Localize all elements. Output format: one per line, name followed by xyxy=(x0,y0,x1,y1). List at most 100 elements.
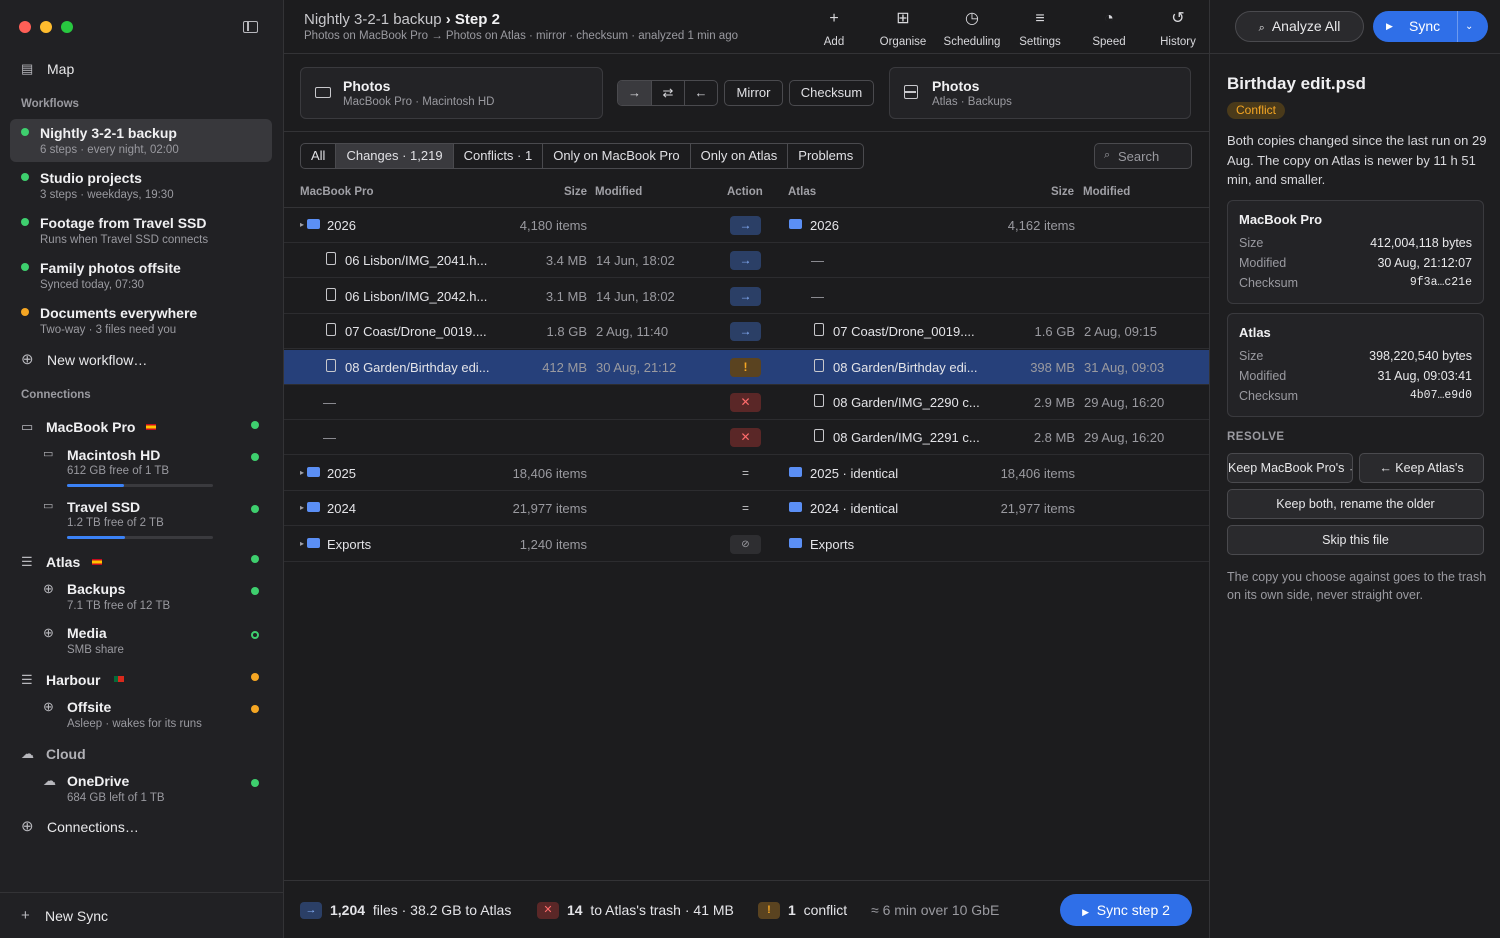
direction-both-icon[interactable]: ⇄ xyxy=(651,81,684,105)
share-onedrive[interactable]: OneDrive xyxy=(67,773,129,789)
disclosure-chevron-icon[interactable]: ▸ xyxy=(300,468,304,477)
new-workflow-button[interactable]: New workflow… xyxy=(47,352,147,368)
plus-icon: + xyxy=(829,10,839,27)
chevron-down-icon[interactable]: ⌄ xyxy=(1465,11,1473,42)
mirror-mode-button[interactable]: Mirror xyxy=(724,80,783,106)
resolve-note: The copy you choose against goes to the … xyxy=(1227,570,1487,602)
minimize-window-button[interactable] xyxy=(40,21,52,33)
filter-all[interactable]: All xyxy=(301,144,335,168)
keep-macbook-button[interactable]: Keep MacBook Pro's → xyxy=(1227,453,1353,483)
search-icon: ⌕ xyxy=(1104,149,1111,161)
action-arrow-right-icon[interactable]: → xyxy=(730,286,761,306)
filter-changes[interactable]: Changes · 1,219 xyxy=(335,144,453,168)
sidebar: ▤ Map Workflows Nightly 3-2-1 backup 6 s… xyxy=(0,0,284,938)
col-header-rmodified[interactable]: Modified xyxy=(1083,186,1130,198)
table-row[interactable]: 07 Coast/Drone_0019.... 1.8 GB 2 Aug, 11:4… xyxy=(284,314,1209,350)
filter-problems[interactable]: Problems xyxy=(787,144,863,168)
connections-button[interactable]: Connections… xyxy=(47,819,139,835)
source-endpoint[interactable]: Photos MacBook Pro · Macintosh HD xyxy=(300,67,603,119)
col-header-size[interactable]: Size xyxy=(564,186,587,198)
col-header-left-name[interactable]: MacBook Pro xyxy=(300,186,374,198)
workflow-sub: Runs when Travel SSD connects xyxy=(40,234,209,246)
source-title: Photos xyxy=(343,78,391,94)
col-header-modified[interactable]: Modified xyxy=(595,186,642,198)
scheduling-button[interactable]: ◷ Scheduling xyxy=(942,10,1002,48)
zoom-window-button[interactable] xyxy=(61,21,73,33)
files-summary: 1,204 files · 38.2 GB to Atlas xyxy=(330,902,512,918)
workflow-name[interactable]: Nightly 3-2-1 backup xyxy=(40,125,177,141)
speed-button[interactable]: ◔ Speed xyxy=(1079,10,1139,48)
share-offsite[interactable]: Offsite xyxy=(67,699,111,715)
workflow-name[interactable]: Family photos offsite xyxy=(40,260,181,276)
organise-button[interactable]: ⊞ Organise xyxy=(873,10,933,48)
col-header-right-name[interactable]: Atlas xyxy=(788,186,816,198)
sidebar-item-map[interactable]: Map xyxy=(47,61,74,77)
target-endpoint[interactable]: Photos Atlas · Backups xyxy=(889,67,1191,119)
filter-conflicts[interactable]: Conflicts · 1 xyxy=(452,144,543,168)
table-row[interactable]: ▸ 2024 21,977 items = 2024 · identical 21,977… xyxy=(284,491,1209,527)
connection-macbook-pro[interactable]: MacBook Pro xyxy=(46,419,135,435)
action-arrow-right-icon[interactable]: → xyxy=(730,251,761,271)
sync-step-button[interactable]: ▶ Sync step 2 xyxy=(1060,894,1192,926)
right-name: 07 Coast/Drone_0019.... xyxy=(833,324,975,340)
keep-both-button[interactable]: Keep both, rename the older xyxy=(1227,489,1484,519)
filter-only-macbook[interactable]: Only on MacBook Pro xyxy=(542,144,689,168)
history-button[interactable]: ↺ History xyxy=(1148,10,1208,48)
analyze-all-button[interactable]: ⌕ Analyze All xyxy=(1235,11,1364,42)
table-row[interactable]: 08 Garden/Birthday edi... 412 MB 30 Aug, 2… xyxy=(284,349,1209,385)
action-warning-icon[interactable]: ! xyxy=(730,357,761,377)
table-row[interactable]: ▸ 2025 18,406 items = 2025 · identical 18,406… xyxy=(284,456,1209,491)
left-name: 2024 xyxy=(327,501,356,517)
action-equal-icon[interactable]: = xyxy=(730,499,761,518)
volume-sub: 1.2 TB free of 2 TB xyxy=(67,517,164,529)
direction-right-arrow-icon[interactable]: → xyxy=(618,81,651,105)
table-row[interactable]: 06 Lisbon/IMG_2041.h... 3.4 MB 14 Jun, 18:… xyxy=(284,243,1209,279)
action-arrow-right-icon[interactable]: → xyxy=(730,216,761,235)
keep-atlas-button[interactable]: ← Keep Atlas's xyxy=(1359,453,1484,483)
connection-harbour[interactable]: Harbour xyxy=(46,672,100,688)
toggle-sidebar-icon[interactable] xyxy=(243,21,258,33)
table-row[interactable]: 06 Lisbon/IMG_2042.h... 3.1 MB 14 Jun, 18:… xyxy=(284,279,1209,314)
left-name: 2025 xyxy=(327,465,356,481)
left-name: 06 Lisbon/IMG_2041.h... xyxy=(345,253,488,269)
action-arrow-right-icon[interactable]: → xyxy=(730,322,761,342)
table-row[interactable]: — ✕ 08 Garden/IMG_2291 c... 2.8 MB 29 Aug, 1… xyxy=(284,420,1209,456)
settings-button[interactable]: ≡ Settings xyxy=(1010,10,1070,48)
action-delete-icon[interactable]: ✕ xyxy=(730,428,761,448)
col-header-rsize[interactable]: Size xyxy=(1051,186,1074,198)
laptop-icon xyxy=(315,87,331,98)
cloud-icon: ☁ xyxy=(43,773,56,788)
eta-text: ≈ 6 min over 10 GbE xyxy=(871,902,1000,918)
direction-left-arrow-icon[interactable]: ← xyxy=(684,81,717,105)
disclosure-chevron-icon[interactable]: ▸ xyxy=(300,503,304,512)
action-equal-icon[interactable]: = xyxy=(730,464,761,483)
connection-cloud[interactable]: Cloud xyxy=(46,746,86,762)
add-button[interactable]: + Add xyxy=(804,10,864,48)
sync-button[interactable]: ▶ Sync ⌄ xyxy=(1373,11,1488,42)
volume-travel-ssd[interactable]: Travel SSD xyxy=(67,499,140,515)
search-field[interactable]: ⌕ Search xyxy=(1094,143,1192,169)
connection-atlas[interactable]: Atlas xyxy=(46,554,80,570)
volume-macintosh-hd[interactable]: Macintosh HD xyxy=(67,447,160,463)
disclosure-chevron-icon[interactable]: ▸ xyxy=(300,220,304,229)
disclosure-chevron-icon[interactable]: ▸ xyxy=(300,539,304,548)
checksum-label: Checksum xyxy=(1239,389,1299,403)
status-dot xyxy=(251,673,259,681)
share-media[interactable]: Media xyxy=(67,625,107,641)
atlas-file-card: Atlas Size 398,220,540 bytes Modified 31… xyxy=(1227,313,1484,417)
action-delete-icon[interactable]: ✕ xyxy=(730,393,761,412)
table-row[interactable]: ▸ 2026 4,180 items → 2026 4,162 items xyxy=(284,208,1209,243)
conflict-description: Both copies changed since the last run o… xyxy=(1227,133,1487,187)
skip-file-button[interactable]: Skip this file xyxy=(1227,525,1484,555)
workflow-name[interactable]: Footage from Travel SSD xyxy=(40,215,206,231)
filter-only-atlas[interactable]: Only on Atlas xyxy=(689,144,788,168)
new-sync-button[interactable]: New Sync xyxy=(45,908,108,924)
share-backups[interactable]: Backups xyxy=(67,581,125,597)
checksum-mode-button[interactable]: Checksum xyxy=(789,80,874,106)
action-skip-icon[interactable]: ⊘ xyxy=(730,534,761,554)
table-row[interactable]: ▸ Exports 1,240 items ⊘ Exports xyxy=(284,527,1209,562)
workflow-name[interactable]: Studio projects xyxy=(40,170,142,186)
table-row[interactable]: — ✕ 08 Garden/IMG_2290 c... 2.9 MB 29 Aug, 1… xyxy=(284,385,1209,420)
workflow-name[interactable]: Documents everywhere xyxy=(40,305,197,321)
close-window-button[interactable] xyxy=(19,21,31,33)
